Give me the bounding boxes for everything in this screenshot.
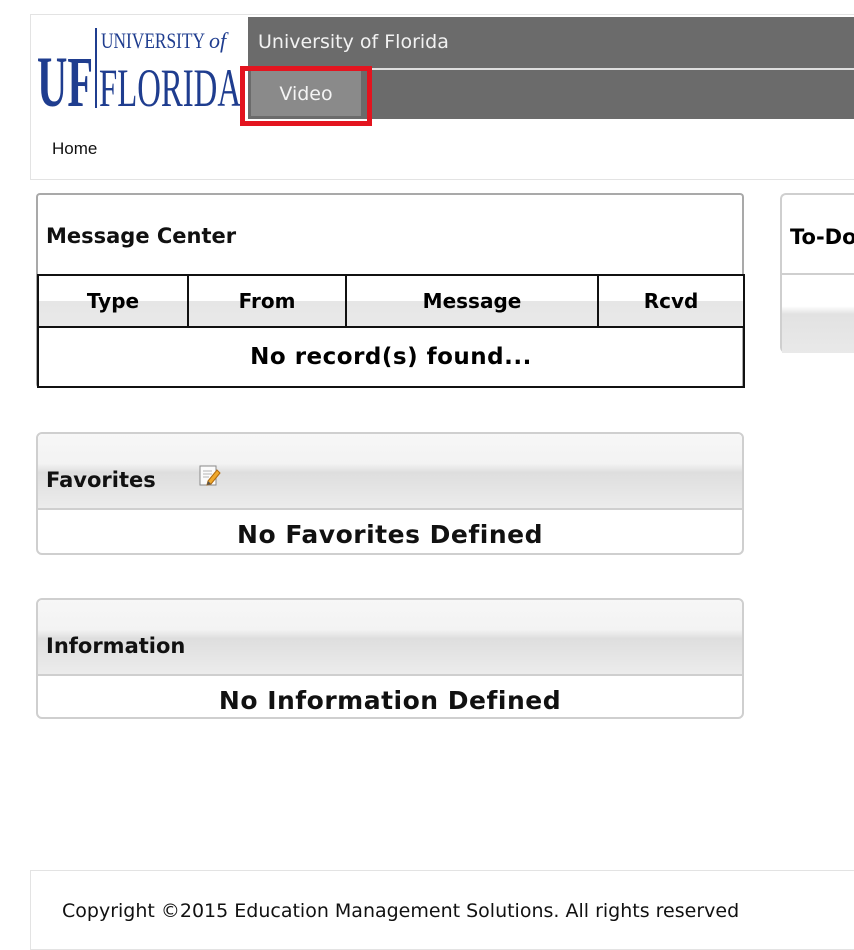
svg-text:UNIVERSITY: UNIVERSITY — [101, 28, 205, 53]
svg-text:FLORIDA: FLORIDA — [99, 58, 241, 118]
favorites-title: Favorites — [46, 468, 156, 492]
message-table: Type From Message Rcvd No record(s) foun… — [37, 274, 745, 388]
column-header-from[interactable]: From — [187, 274, 347, 328]
column-header-rcvd[interactable]: Rcvd — [597, 274, 745, 328]
todo-title: To-Do — [790, 225, 854, 249]
information-panel: Information No Information Defined — [36, 598, 744, 719]
uf-logo[interactable]: UF UNIVERSITY of FLORIDA — [37, 22, 243, 118]
favorites-header: Favorites — [38, 434, 742, 510]
information-header: Information — [38, 600, 742, 676]
todo-panel: To-Do — [780, 193, 854, 353]
nav-tab-video[interactable]: Video — [251, 71, 361, 116]
breadcrumb-home[interactable]: Home — [52, 139, 97, 159]
svg-text:of: of — [209, 28, 229, 53]
todo-table-header — [782, 275, 854, 353]
favorites-panel: Favorites No Favorites Defined — [36, 432, 744, 555]
column-header-message[interactable]: Message — [345, 274, 599, 328]
information-title: Information — [46, 634, 186, 658]
edit-note-icon[interactable] — [198, 464, 222, 488]
favorites-empty-message: No Favorites Defined — [237, 520, 543, 549]
svg-text:UF: UF — [37, 42, 93, 118]
empty-records-message: No record(s) found... — [37, 326, 745, 388]
column-header-type[interactable]: Type — [37, 274, 189, 328]
copyright-text: Copyright ©2015 Education Management Sol… — [62, 900, 740, 922]
message-center-title: Message Center — [46, 224, 237, 248]
information-empty-message: No Information Defined — [218, 686, 562, 715]
site-title: University of Florida — [258, 31, 449, 53]
